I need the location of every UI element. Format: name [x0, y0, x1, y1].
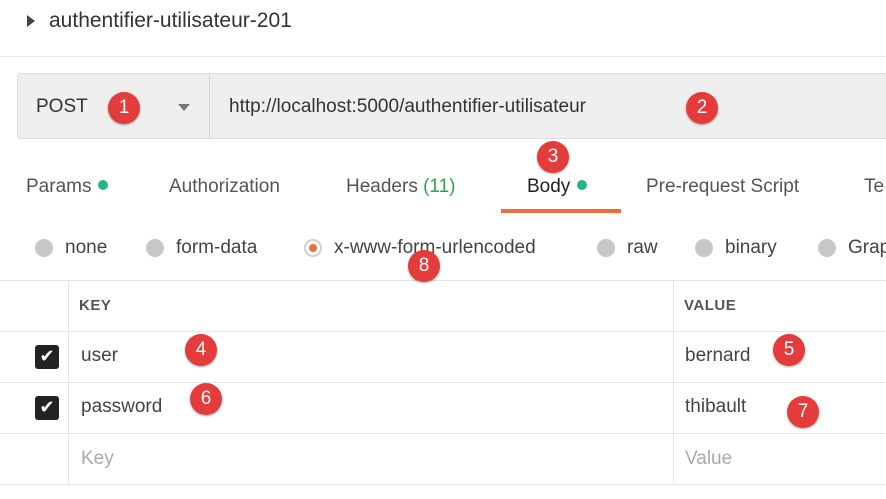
headers-count: (11): [423, 176, 456, 197]
new-value-input[interactable]: Value: [685, 448, 732, 470]
radio-label: none: [65, 237, 108, 258]
tab-label: Params: [26, 176, 92, 197]
radio-form-data[interactable]: form-data: [146, 237, 257, 259]
radio-circle-icon: [695, 239, 713, 257]
table-divider: [0, 382, 886, 383]
param-value-cell[interactable]: bernard: [685, 345, 751, 367]
table-divider: [0, 484, 886, 485]
status-dot-icon: [577, 179, 588, 190]
new-key-input[interactable]: Key: [81, 448, 114, 470]
radio-label: raw: [627, 237, 658, 258]
annotation-badge: 6: [190, 383, 222, 415]
radio-none[interactable]: none: [35, 237, 107, 259]
check-mark-icon: ✔: [39, 346, 55, 367]
tab-label: Authorization: [169, 176, 280, 197]
table-divider: [0, 433, 886, 434]
tab-headers[interactable]: Headers (11): [346, 176, 456, 198]
row-checkbox[interactable]: ✔: [35, 345, 59, 369]
radio-graphql[interactable]: Grap: [818, 237, 886, 259]
tab-params[interactable]: Params: [26, 176, 109, 198]
radio-selected-icon: [304, 239, 322, 257]
check-mark-icon: ✔: [39, 397, 55, 418]
radio-binary[interactable]: binary: [695, 237, 777, 259]
column-divider: [673, 281, 674, 484]
radio-circle-icon: [35, 239, 53, 257]
annotation-badge: 7: [787, 396, 819, 428]
request-title[interactable]: authentifier-utilisateur-201: [49, 9, 292, 33]
radio-circle-icon: [146, 239, 164, 257]
caret-right-icon[interactable]: [27, 15, 35, 27]
annotation-badge: 1: [108, 92, 140, 124]
url-input[interactable]: http://localhost:5000/authentifier-utili…: [229, 96, 586, 118]
radio-circle-icon: [818, 239, 836, 257]
table-divider: [0, 280, 886, 281]
column-header-value: VALUE: [684, 297, 737, 314]
tab-authorization[interactable]: Authorization: [169, 176, 280, 198]
radio-raw[interactable]: raw: [597, 237, 658, 259]
tab-tests[interactable]: Te: [864, 176, 884, 198]
annotation-badge: 2: [686, 92, 718, 124]
active-tab-indicator: [501, 209, 621, 213]
radio-label: Grap: [848, 237, 886, 258]
radio-label: binary: [725, 237, 777, 258]
column-header-key: KEY: [79, 297, 112, 314]
tab-body[interactable]: Body: [527, 176, 588, 198]
radio-label: form-data: [176, 237, 258, 258]
annotation-badge: 4: [185, 334, 217, 366]
param-value-cell[interactable]: thibault: [685, 396, 746, 418]
annotation-badge: 8: [408, 250, 440, 282]
tab-label: Te: [864, 176, 885, 197]
tab-pre-request-script[interactable]: Pre-request Script: [646, 176, 799, 198]
tab-label: Body: [527, 176, 571, 197]
annotation-badge: 5: [773, 334, 805, 366]
param-key-cell[interactable]: user: [81, 345, 118, 367]
status-dot-icon: [98, 179, 109, 190]
annotation-badge: 3: [537, 141, 569, 173]
tab-label: Pre-request Script: [646, 176, 800, 197]
radio-circle-icon: [597, 239, 615, 257]
column-divider: [68, 281, 69, 484]
method-label[interactable]: POST: [36, 96, 88, 118]
row-checkbox[interactable]: ✔: [35, 396, 59, 420]
tab-label: Headers: [346, 176, 418, 197]
table-divider: [0, 331, 886, 332]
param-key-cell[interactable]: password: [81, 396, 162, 418]
caret-down-icon[interactable]: [178, 104, 190, 111]
